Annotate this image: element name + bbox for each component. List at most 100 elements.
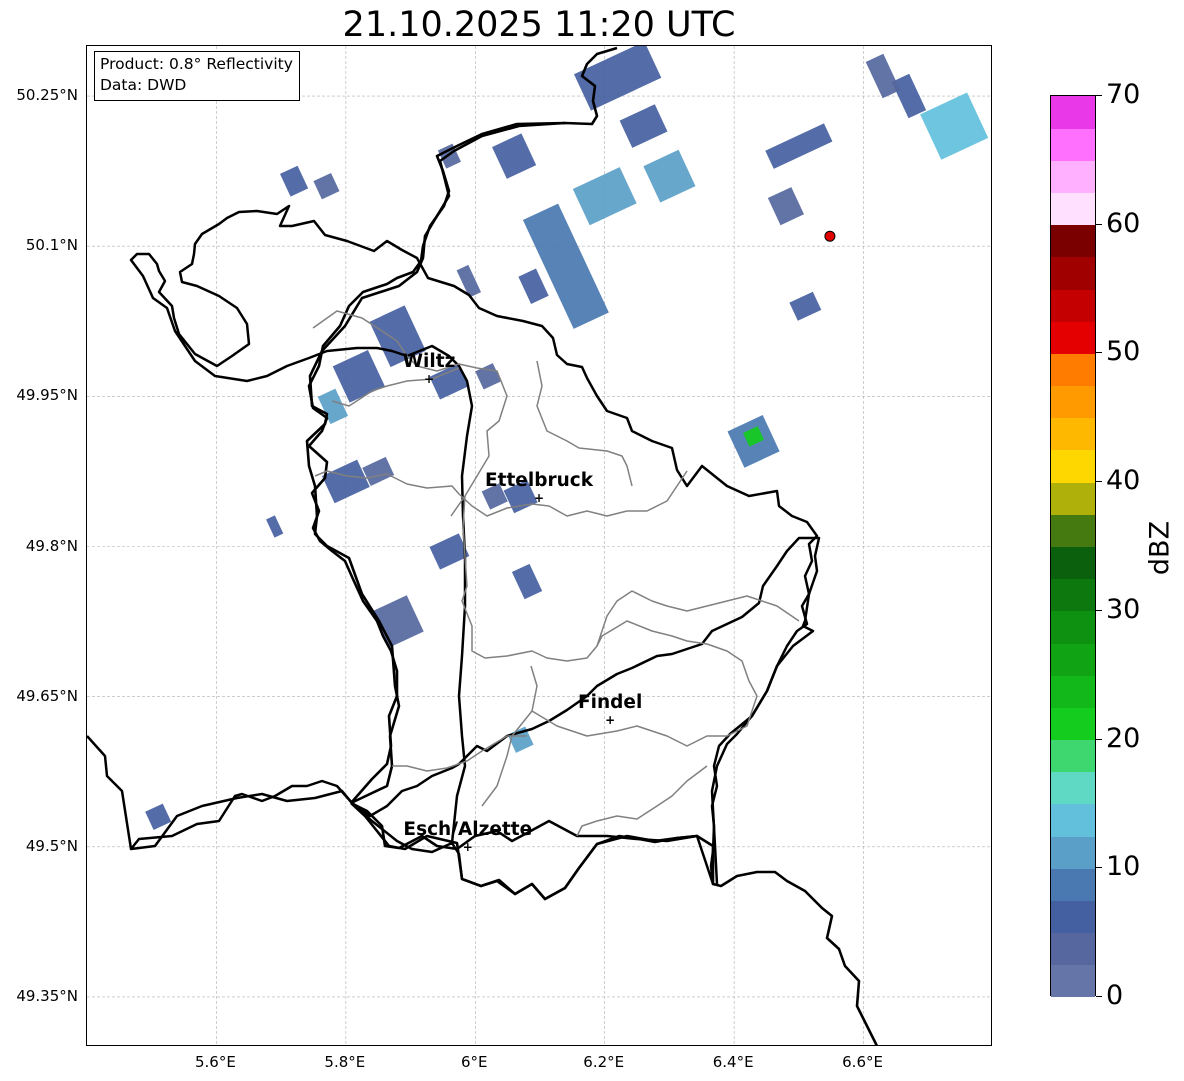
- reflectivity-cell: [767, 187, 804, 226]
- colorbar-tick-mark: [1096, 223, 1102, 225]
- lon-tick-label: 6°E: [461, 1053, 488, 1071]
- colorbar-tick-mark: [1096, 481, 1102, 483]
- colorbar-segment: [1051, 739, 1095, 773]
- city-label: Esch/Alzette: [403, 818, 533, 840]
- reflectivity-cell: [492, 133, 537, 179]
- reflectivity-cell: [317, 388, 349, 425]
- colorbar-segment: [1051, 803, 1095, 837]
- colorbar-segment: [1051, 964, 1095, 998]
- reflectivity-cell: [456, 264, 482, 298]
- lat-tick-label: 50.25°N: [16, 86, 78, 105]
- grid-lines: [87, 46, 991, 1045]
- city-label: Wiltz: [402, 351, 456, 373]
- info-box: Product: 0.8° Reflectivity Data: DWD: [94, 51, 300, 101]
- reflectivity-cell: [789, 291, 822, 321]
- info-product: Product: 0.8° Reflectivity: [100, 55, 293, 73]
- reflectivity-layer: [145, 46, 989, 830]
- colorbar-segment: [1051, 482, 1095, 515]
- lon-tick-label: 6.6°E: [842, 1053, 883, 1071]
- lon-tick-label: 6.2°E: [583, 1053, 625, 1071]
- lat-tick-label: 49.8°N: [25, 536, 78, 555]
- colorbar-tick-label: 50: [1106, 336, 1141, 368]
- colorbar-segment: [1051, 771, 1095, 805]
- canton-border: [531, 695, 758, 747]
- lat-tick-label: 49.5°N: [25, 836, 78, 855]
- colorbar-segment: [1051, 900, 1095, 934]
- city-label: Ettelbruck: [484, 470, 594, 492]
- colorbar-label: dBZ: [1144, 520, 1176, 576]
- colorbar-tick-label: 20: [1106, 722, 1141, 754]
- luxembourg-shape: [350, 802, 698, 901]
- colorbar-tick-label: 70: [1106, 79, 1141, 110]
- reflectivity-cell: [865, 53, 901, 99]
- colorbar-segment: [1051, 128, 1095, 161]
- canton-border: [596, 620, 758, 697]
- colorbar-tick-label: 60: [1106, 207, 1141, 239]
- colorbar-segment: [1051, 643, 1095, 676]
- canton-border: [576, 765, 708, 837]
- reflectivity-cell: [145, 803, 172, 830]
- city-marker-icon: +: [423, 372, 435, 387]
- reflectivity-cell: [266, 515, 284, 538]
- colorbar-segment: [1051, 546, 1095, 580]
- canton-border: [392, 735, 527, 772]
- colorbar-segment: [1051, 675, 1095, 708]
- reflectivity-cell: [280, 165, 309, 197]
- canton-border: [536, 360, 633, 487]
- colorbar-tick-mark: [1096, 996, 1102, 997]
- city-marker-icon: +: [533, 491, 545, 506]
- reflectivity-cell: [518, 268, 549, 304]
- map-canvas[interactable]: [87, 46, 992, 1046]
- lat-tick-label: 50.1°N: [25, 236, 78, 255]
- info-data-source: Data: DWD: [100, 76, 187, 94]
- lat-tick-label: 49.95°N: [16, 386, 78, 405]
- colorbar-tick-mark: [1096, 352, 1102, 354]
- colorbar-segment: [1051, 289, 1095, 322]
- colorbar-segment: [1051, 353, 1095, 387]
- reflectivity-cell: [522, 203, 609, 329]
- lat-tick-label: 49.35°N: [16, 986, 78, 1005]
- reflectivity-cell: [475, 363, 502, 390]
- colorbar: [1050, 95, 1096, 998]
- colorbar-segment: [1051, 224, 1095, 258]
- country-border: [129, 204, 819, 901]
- colorbar-tick-mark: [1096, 609, 1102, 611]
- colorbar-tick-label: 0: [1106, 980, 1124, 1011]
- reflectivity-cell: [920, 92, 989, 160]
- colorbar-tick-mark: [1096, 95, 1102, 96]
- colorbar-tick-mark: [1096, 867, 1102, 869]
- colorbar-segment: [1051, 610, 1095, 644]
- lux-main-border: [305, 46, 618, 805]
- colorbar-segment: [1051, 449, 1095, 483]
- colorbar-segment: [1051, 578, 1095, 612]
- colorbar-segment: [1051, 868, 1095, 901]
- reflectivity-cell: [643, 149, 696, 203]
- colorbar-segment: [1051, 932, 1095, 966]
- lon-tick-label: 5.6°E: [195, 1053, 236, 1071]
- map-frame[interactable]: [86, 45, 992, 1046]
- colorbar-segment: [1051, 707, 1095, 741]
- colorbar-segment: [1051, 514, 1095, 547]
- lon-tick-label: 6.4°E: [712, 1053, 754, 1071]
- reflectivity-cell: [511, 563, 543, 600]
- reflectivity-cell: [313, 172, 340, 200]
- reflectivity-cell: [891, 73, 927, 119]
- radar-site-marker[interactable]: [824, 230, 836, 242]
- colorbar-segment: [1051, 417, 1095, 451]
- colorbar-segment: [1051, 321, 1095, 354]
- colorbar-tick-label: 30: [1106, 593, 1141, 625]
- colorbar-segment: [1051, 96, 1095, 129]
- city-marker-icon: +: [462, 839, 473, 854]
- reflectivity-cell: [765, 123, 833, 169]
- colorbar-segment: [1051, 160, 1095, 194]
- colorbar-tick-label: 10: [1106, 851, 1141, 883]
- reflectivity-cell: [332, 349, 385, 403]
- canton-borders: [312, 310, 800, 837]
- colorbar-tick-label: 40: [1106, 465, 1141, 497]
- colorbar-segment: [1051, 192, 1095, 226]
- lon-tick-label: 5.8°E: [324, 1053, 366, 1071]
- canton-border: [461, 495, 800, 662]
- markers-layer: [824, 230, 836, 242]
- reflectivity-cell: [572, 167, 637, 226]
- reflectivity-cell: [619, 104, 668, 148]
